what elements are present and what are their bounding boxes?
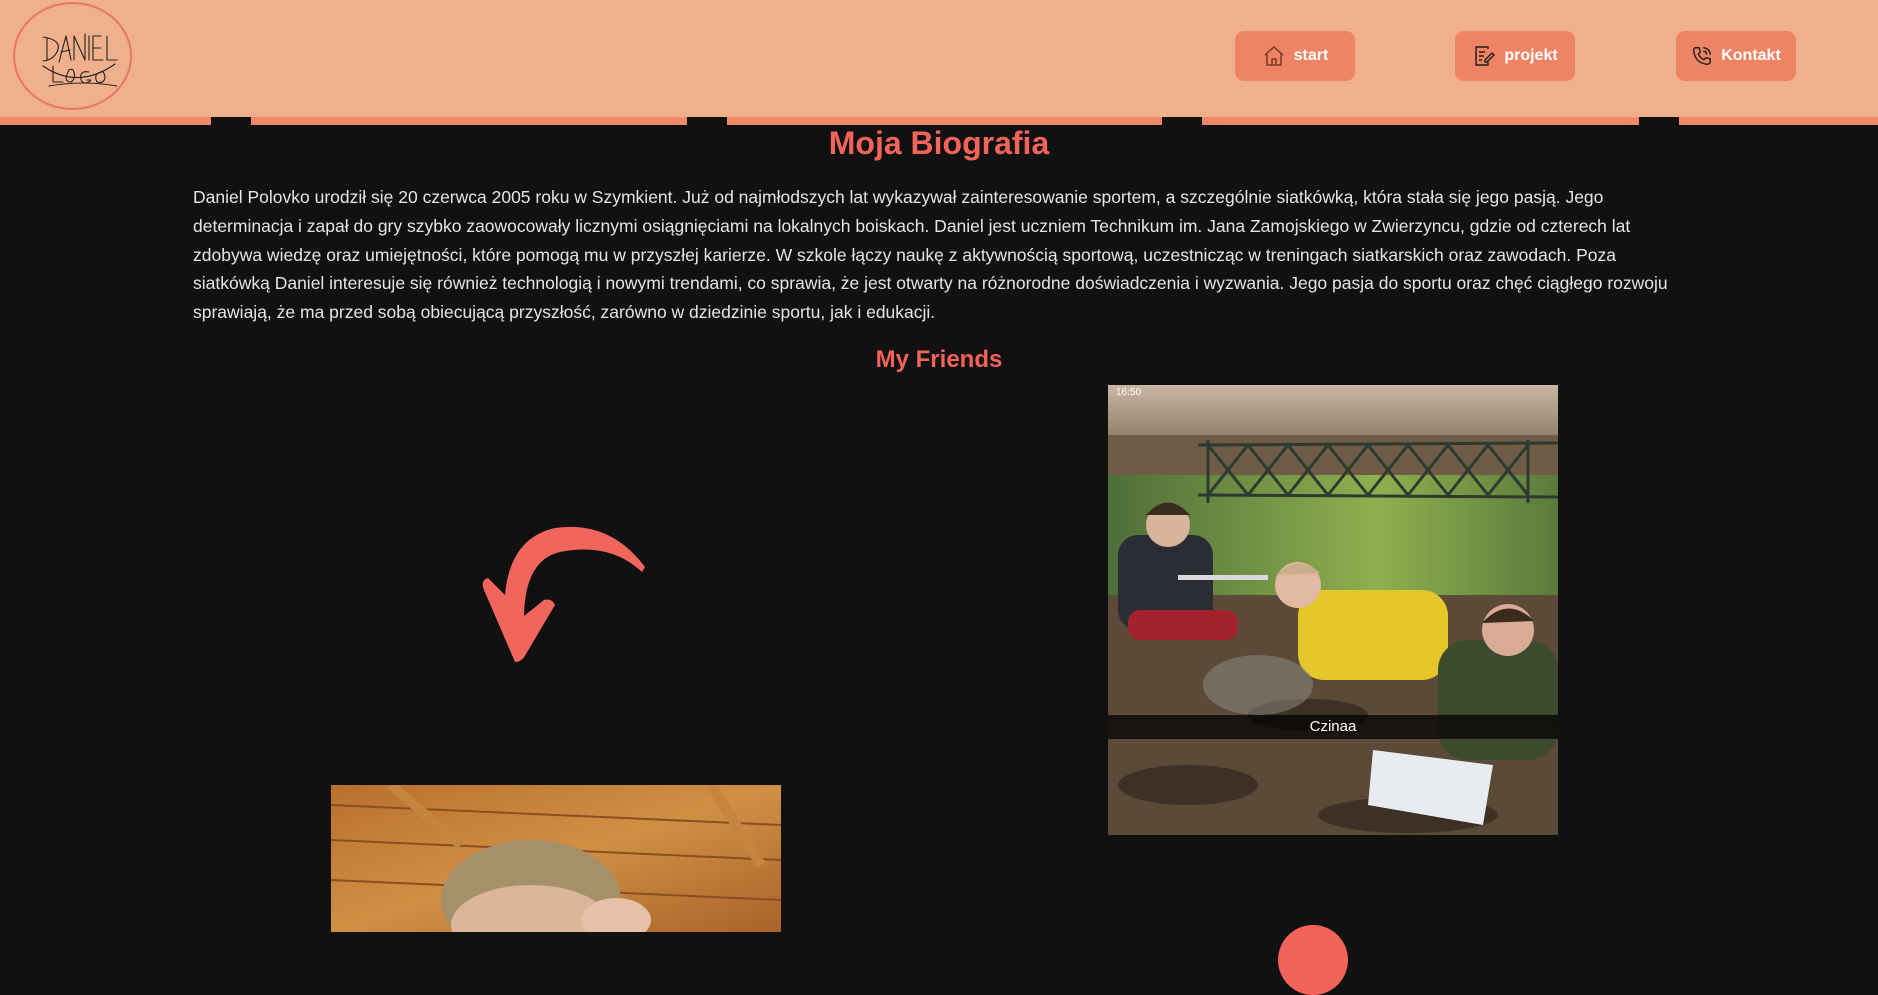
- status-time: 16:50: [1116, 387, 1142, 398]
- bottom-decoration: [1278, 925, 1348, 995]
- nav-kontakt-label: Kontakt: [1721, 47, 1781, 64]
- photo-caption: Czinaa: [1108, 715, 1558, 739]
- nav-projekt-label: projekt: [1504, 47, 1558, 64]
- nav-start-label: start: [1293, 47, 1329, 64]
- nav-start-button[interactable]: start: [1235, 31, 1355, 81]
- header-stripe: [0, 117, 1878, 125]
- site-header: start projekt Kontakt: [0, 0, 1878, 117]
- selfie-photo: [331, 785, 781, 932]
- friends-photo: 16:50 Czinaa: [1108, 385, 1558, 835]
- home-icon: [1264, 46, 1284, 66]
- phone-icon: [1693, 47, 1712, 65]
- stripe-divider: [1639, 117, 1679, 125]
- stripe-divider: [687, 117, 727, 125]
- stripe-divider: [1162, 117, 1202, 125]
- stripe-divider: [211, 117, 251, 125]
- nav-projekt-button[interactable]: projekt: [1455, 31, 1575, 81]
- document-edit-icon: [1475, 46, 1496, 66]
- friends-photo-image: [1108, 385, 1558, 835]
- friends-heading: My Friends: [875, 346, 1003, 373]
- nav-kontakt-button[interactable]: Kontakt: [1676, 31, 1796, 81]
- phone-status-bar: 16:50: [1108, 385, 1558, 401]
- page-title: Moja Biografia: [828, 125, 1050, 161]
- curved-arrow-icon: [482, 526, 645, 662]
- logo[interactable]: [13, 2, 132, 110]
- selfie-photo-image: [331, 785, 781, 932]
- handwritten-logo-icon: [41, 33, 118, 87]
- biography-text: Daniel Polovko urodził się 20 czerwca 20…: [193, 187, 1668, 323]
